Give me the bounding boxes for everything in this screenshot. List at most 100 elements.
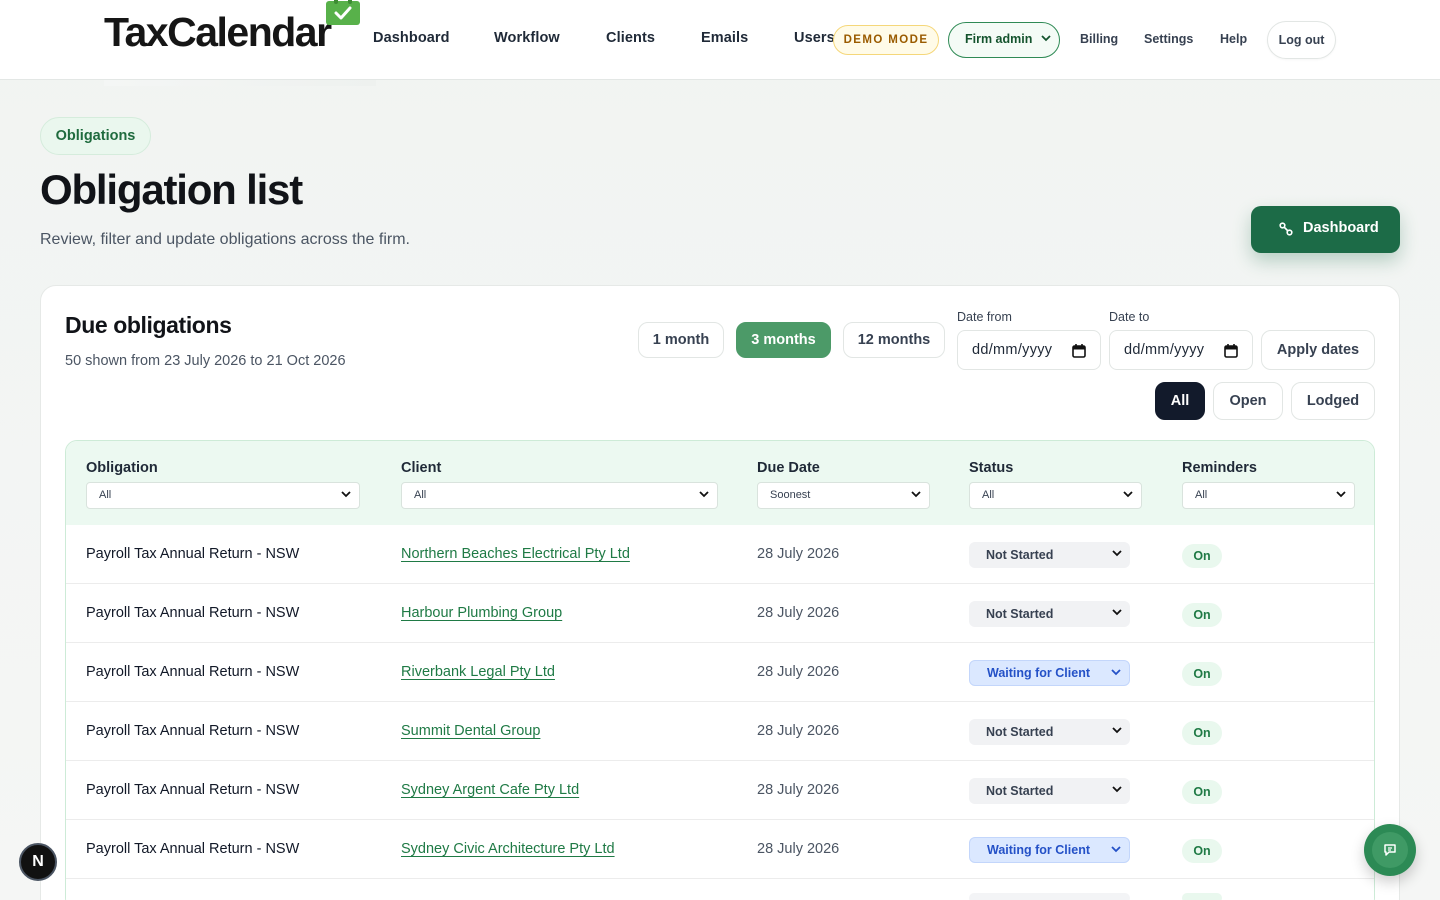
status-select-value: Not Started xyxy=(986,548,1054,562)
status-select-value: Waiting for Client xyxy=(987,666,1090,680)
table-row xyxy=(66,879,1374,900)
due-date-sort-select[interactable]: Soonest xyxy=(757,482,930,509)
page-title: Obligation list xyxy=(40,166,303,213)
obligations-table: Obligation All Client All Due Date Soone… xyxy=(65,440,1375,900)
status-select-value: Waiting for Client xyxy=(987,843,1090,857)
date-to-placeholder: dd/mm/yyyy xyxy=(1124,342,1205,358)
reminders-badge[interactable]: On xyxy=(1182,544,1222,568)
obligation-name: Payroll Tax Annual Return - NSW xyxy=(86,723,300,739)
client-link[interactable]: Sydney Argent Cafe Pty Ltd xyxy=(401,782,579,798)
table-row: Payroll Tax Annual Return - NSW Sydney C… xyxy=(66,820,1374,879)
logo-underline-divider xyxy=(104,80,376,86)
chevron-down-icon xyxy=(1041,35,1051,42)
due-date: 28 July 2026 xyxy=(757,841,840,857)
obligation-name: Payroll Tax Annual Return - NSW xyxy=(86,841,300,857)
chat-icon xyxy=(1384,844,1396,856)
apply-dates-button[interactable]: Apply dates xyxy=(1261,330,1375,370)
nav-settings[interactable]: Settings xyxy=(1144,32,1193,46)
reminders-filter-value: All xyxy=(1195,489,1208,501)
client-link[interactable]: Harbour Plumbing Group xyxy=(401,605,562,621)
date-from-input[interactable]: dd/mm/yyyy xyxy=(957,330,1101,370)
chevron-down-icon xyxy=(1111,669,1121,676)
reminders-badge[interactable]: On xyxy=(1182,839,1222,863)
column-header-reminders: Reminders xyxy=(1182,460,1257,476)
dev-tools-badge[interactable]: N xyxy=(19,843,57,881)
demo-mode-badge: DEMO MODE xyxy=(833,25,939,55)
nav-workflow[interactable]: Workflow xyxy=(494,30,560,46)
range-12-months-button[interactable]: 12 months xyxy=(843,322,945,358)
status-filter-select[interactable]: All xyxy=(969,482,1142,509)
table-header: Obligation All Client All Due Date Soone… xyxy=(66,441,1374,525)
status-select[interactable]: Waiting for Client xyxy=(969,837,1130,863)
table-row: Payroll Tax Annual Return - NSW Summit D… xyxy=(66,702,1374,761)
column-header-due-date: Due Date xyxy=(757,460,820,476)
range-1-month-button[interactable]: 1 month xyxy=(638,322,724,358)
client-filter-select[interactable]: All xyxy=(401,482,718,509)
nav-users[interactable]: Users xyxy=(794,30,835,46)
date-from-placeholder: dd/mm/yyyy xyxy=(972,342,1053,358)
filter-open-button[interactable]: Open xyxy=(1213,382,1283,420)
client-filter-value: All xyxy=(414,489,427,501)
due-date: 28 July 2026 xyxy=(757,664,840,680)
column-header-obligation: Obligation xyxy=(86,460,158,476)
reminders-badge[interactable]: On xyxy=(1182,662,1222,686)
reminders-badge-partial[interactable] xyxy=(1182,893,1222,900)
reminders-filter-select[interactable]: All xyxy=(1182,482,1355,509)
reminders-badge[interactable]: On xyxy=(1182,721,1222,745)
status-select[interactable]: Not Started xyxy=(969,601,1130,627)
client-link[interactable]: Summit Dental Group xyxy=(401,723,540,739)
chevron-down-icon xyxy=(699,491,709,498)
chevron-down-icon xyxy=(1336,491,1346,498)
breadcrumb-pill: Obligations xyxy=(40,117,151,155)
table-row: Payroll Tax Annual Return - NSW Harbour … xyxy=(66,584,1374,643)
obligation-name: Payroll Tax Annual Return - NSW xyxy=(86,664,300,680)
top-navigation-bar: TaxCalendar Dashboard Workflow Clients E… xyxy=(0,0,1440,80)
role-select-value: Firm admin xyxy=(965,32,1033,46)
nav-billing[interactable]: Billing xyxy=(1080,32,1118,46)
status-select-partial[interactable] xyxy=(969,893,1130,900)
table-row: Payroll Tax Annual Return - NSW Northern… xyxy=(66,525,1374,584)
date-to-label: Date to xyxy=(1109,310,1150,324)
obligation-filter-select[interactable]: All xyxy=(86,482,360,509)
chevron-down-icon xyxy=(1112,786,1122,793)
role-select[interactable]: Firm admin xyxy=(948,22,1060,58)
due-date: 28 July 2026 xyxy=(757,546,840,562)
nav-clients[interactable]: Clients xyxy=(606,30,655,46)
client-link[interactable]: Sydney Civic Architecture Pty Ltd xyxy=(401,841,615,857)
obligation-name: Payroll Tax Annual Return - NSW xyxy=(86,546,300,562)
reminders-badge[interactable]: On xyxy=(1182,603,1222,627)
card-title: Due obligations xyxy=(65,312,232,338)
client-link[interactable]: Northern Beaches Electrical Pty Ltd xyxy=(401,546,630,562)
card-subtitle: 50 shown from 23 July 2026 to 21 Oct 202… xyxy=(65,353,346,369)
filter-all-button[interactable]: All xyxy=(1155,382,1205,420)
chevron-down-icon xyxy=(1112,609,1122,616)
chevron-down-icon xyxy=(911,491,921,498)
chevron-down-icon xyxy=(1123,491,1133,498)
due-date: 28 July 2026 xyxy=(757,782,840,798)
nav-help[interactable]: Help xyxy=(1220,32,1247,46)
client-link[interactable]: Riverbank Legal Pty Ltd xyxy=(401,664,555,680)
table-row: Payroll Tax Annual Return - NSW Riverban… xyxy=(66,643,1374,702)
chevron-down-icon xyxy=(1112,727,1122,734)
column-header-client: Client xyxy=(401,460,442,476)
date-to-input[interactable]: dd/mm/yyyy xyxy=(1109,330,1253,370)
chat-button[interactable] xyxy=(1364,824,1416,876)
table-row: Payroll Tax Annual Return - NSW Sydney A… xyxy=(66,761,1374,820)
obligation-filter-value: All xyxy=(99,489,112,501)
reminders-badge[interactable]: On xyxy=(1182,780,1222,804)
calendar-icon[interactable] xyxy=(1224,343,1238,358)
calendar-icon[interactable] xyxy=(1072,343,1086,358)
filter-lodged-button[interactable]: Lodged xyxy=(1291,382,1375,420)
status-select[interactable]: Waiting for Client xyxy=(969,660,1130,686)
chevron-down-icon xyxy=(341,491,351,498)
nav-dashboard[interactable]: Dashboard xyxy=(373,30,450,46)
column-header-status: Status xyxy=(969,460,1014,476)
status-select[interactable]: Not Started xyxy=(969,542,1130,568)
dashboard-button[interactable]: Dashboard xyxy=(1251,206,1400,253)
brand-logo[interactable]: TaxCalendar xyxy=(104,10,332,54)
logout-button[interactable]: Log out xyxy=(1267,21,1336,59)
status-select[interactable]: Not Started xyxy=(969,719,1130,745)
nav-emails[interactable]: Emails xyxy=(701,30,748,46)
status-select[interactable]: Not Started xyxy=(969,778,1130,804)
range-3-months-button[interactable]: 3 months xyxy=(736,322,831,358)
